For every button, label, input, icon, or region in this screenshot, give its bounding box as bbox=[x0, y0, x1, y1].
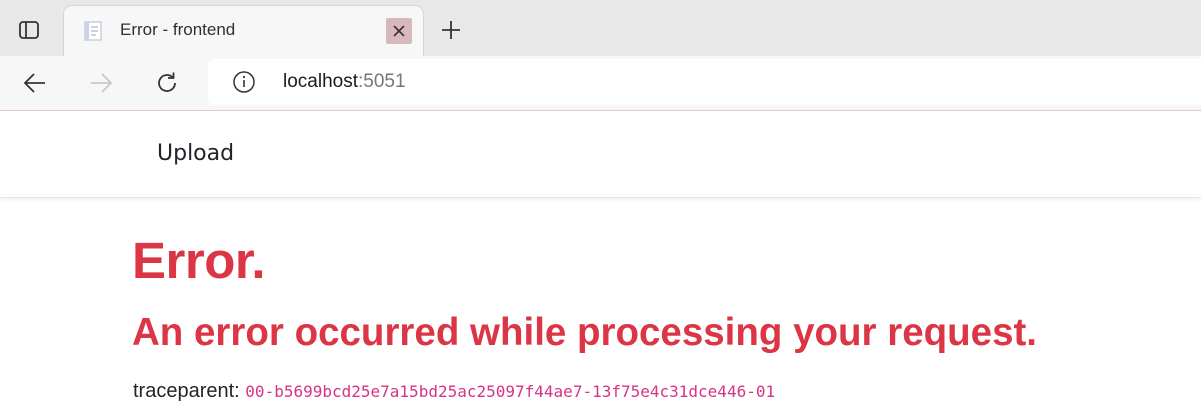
trace-value: 00-b5699bcd25e7a15bd25ac25097f44ae7-13f7… bbox=[245, 382, 776, 401]
tab-strip: Error - frontend bbox=[0, 0, 1201, 56]
trace-label: traceparent: bbox=[133, 380, 246, 402]
tab-active[interactable]: Error - frontend bbox=[64, 6, 423, 56]
error-subtitle: An error occurred while processing your … bbox=[132, 311, 1037, 354]
tab-title: Error - frontend bbox=[120, 20, 236, 39]
back-arrow-icon bbox=[23, 73, 45, 93]
trace-line: traceparent: 00-b5699bcd25e7a15bd25ac250… bbox=[133, 380, 775, 403]
error-title: Error. bbox=[132, 232, 266, 289]
plus-icon bbox=[442, 21, 460, 39]
page-content: Upload Error. An error occurred while pr… bbox=[0, 111, 1201, 417]
forward-button[interactable] bbox=[82, 64, 120, 102]
tab-close-button[interactable] bbox=[386, 18, 412, 44]
tab-actions-icon bbox=[19, 21, 39, 39]
site-navbar: Upload bbox=[0, 111, 1201, 198]
url-host: localhost bbox=[283, 71, 358, 92]
refresh-button[interactable] bbox=[148, 64, 186, 102]
new-tab-button[interactable] bbox=[433, 12, 469, 48]
url-text[interactable]: localhost:5051 bbox=[283, 71, 406, 93]
tab-actions-button[interactable] bbox=[10, 12, 48, 48]
address-bar[interactable]: localhost:5051 bbox=[208, 59, 1201, 105]
nav-link-upload[interactable]: Upload bbox=[157, 141, 234, 166]
page-favicon-icon bbox=[84, 21, 102, 41]
refresh-icon bbox=[158, 72, 176, 92]
back-button[interactable] bbox=[16, 64, 54, 102]
info-icon[interactable] bbox=[232, 70, 256, 94]
forward-arrow-icon bbox=[91, 73, 113, 93]
url-port: :5051 bbox=[358, 71, 406, 92]
browser-toolbar: localhost:5051 bbox=[0, 56, 1201, 111]
browser-window: Error - frontend localhost:5051 Upload E… bbox=[0, 0, 1201, 417]
close-icon bbox=[393, 25, 405, 37]
